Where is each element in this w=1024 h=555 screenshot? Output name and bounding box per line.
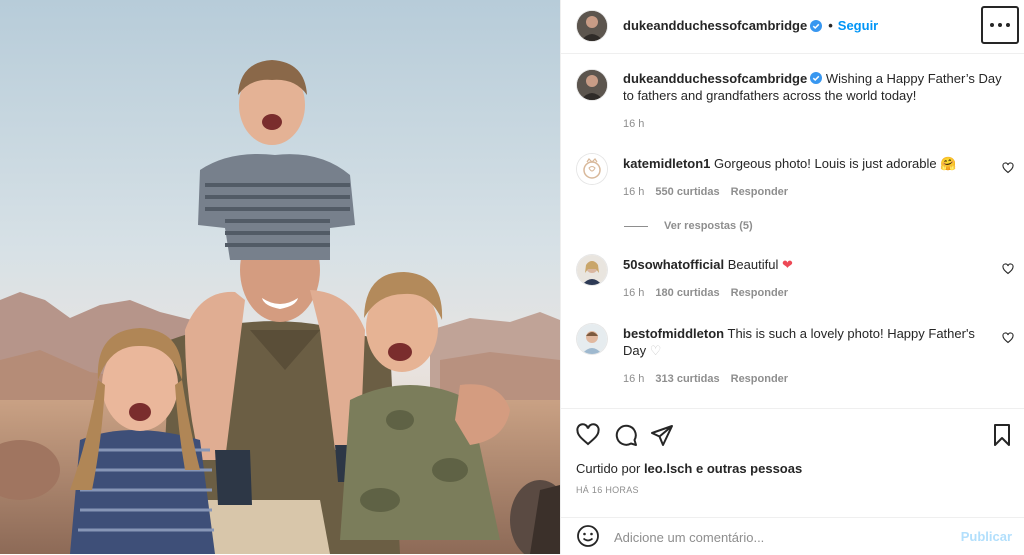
view-replies-label: Ver respostas (5) xyxy=(664,220,753,232)
comment-time[interactable]: 16 h xyxy=(623,186,644,198)
comment-avatar-image xyxy=(577,324,607,354)
more-options-icon[interactable] xyxy=(981,6,1019,44)
comment-meta: 16 h 313 curtidas Responder xyxy=(623,373,788,385)
comment-avatar-image xyxy=(577,255,607,285)
author-avatar-image xyxy=(577,11,607,41)
family-photo-illustration xyxy=(0,0,560,554)
author-username[interactable]: dukeandduchessofcambridge xyxy=(623,18,807,33)
caption-author-avatar[interactable] xyxy=(577,70,607,100)
header-user-row: dukeandduchessofcambridge • Seguir xyxy=(623,18,878,33)
comment-meta: 16 h 550 curtidas Responder xyxy=(623,186,788,198)
verified-badge-icon xyxy=(810,72,823,84)
comment-username[interactable]: bestofmiddleton xyxy=(623,326,724,341)
comment-likes[interactable]: 550 curtidas xyxy=(655,186,719,198)
header-separator: • xyxy=(828,18,833,33)
instagram-post: dukeandduchessofcambridge • Seguir dukea… xyxy=(0,0,1024,554)
comment-icon[interactable] xyxy=(614,423,638,447)
hugging-emoji: 🤗 xyxy=(940,156,957,171)
white-heart-emoji: ♡ xyxy=(649,343,662,358)
post-caption: dukeandduchessofcambridge Wishing a Happ… xyxy=(623,70,1003,104)
liked-by-user[interactable]: leo.lsch xyxy=(644,461,692,476)
emoji-icon[interactable] xyxy=(576,524,600,548)
red-heart-emoji: ❤ xyxy=(781,257,793,272)
comment-like-heart-icon[interactable] xyxy=(1002,263,1014,275)
comment-username[interactable]: katemidleton1 xyxy=(623,156,710,171)
publish-button[interactable]: Publicar xyxy=(961,529,1012,544)
comment-meta: 16 h 180 curtidas Responder xyxy=(623,287,788,299)
comments-section: dukeandduchessofcambridge Wishing a Happ… xyxy=(561,54,1024,407)
comment-avatar[interactable] xyxy=(577,255,607,285)
comment-likes[interactable]: 180 curtidas xyxy=(655,287,719,299)
post-actions: Curtido por leo.lsch e outras pessoas HÁ… xyxy=(561,408,1024,519)
comment-input[interactable] xyxy=(612,525,946,549)
post-time-ago[interactable]: HÁ 16 HORAS xyxy=(576,485,639,495)
post-photo[interactable] xyxy=(0,0,560,554)
comment-body: katemidleton1 Gorgeous photo! Louis is j… xyxy=(623,155,983,172)
liked-by-others[interactable]: e outras pessoas xyxy=(696,461,802,476)
follow-button[interactable]: Seguir xyxy=(838,18,878,33)
add-comment-bar: Publicar xyxy=(561,517,1024,555)
heart-icon[interactable] xyxy=(576,423,600,447)
reply-button[interactable]: Responder xyxy=(731,287,788,299)
comment-username[interactable]: 50sowhatofficial xyxy=(623,257,724,272)
liked-by: Curtido por leo.lsch e outras pessoas xyxy=(576,461,802,476)
comment-body: 50sowhatofficial Beautiful ❤ xyxy=(623,256,983,273)
comment-time[interactable]: 16 h xyxy=(623,287,644,299)
caption-meta: 16 h xyxy=(623,118,644,130)
comment-like-heart-icon[interactable] xyxy=(1002,332,1014,344)
comment-like-heart-icon[interactable] xyxy=(1002,162,1014,174)
comment-avatar[interactable] xyxy=(577,324,607,354)
reply-button[interactable]: Responder xyxy=(731,186,788,198)
reply-button[interactable]: Responder xyxy=(731,373,788,385)
comment-text: Beautiful xyxy=(727,257,779,272)
bookmark-icon[interactable] xyxy=(990,423,1014,447)
share-icon[interactable] xyxy=(650,423,674,447)
comment-avatar-image xyxy=(577,154,607,184)
comment-body: bestofmiddleton This is such a lovely ph… xyxy=(623,325,983,359)
caption-avatar-image xyxy=(577,70,607,100)
view-replies-button[interactable]: Ver respostas (5) xyxy=(624,220,753,232)
caption-username[interactable]: dukeandduchessofcambridge xyxy=(623,71,807,86)
comment-likes[interactable]: 313 curtidas xyxy=(655,373,719,385)
comment-avatar[interactable] xyxy=(577,154,607,184)
verified-badge-icon xyxy=(810,19,823,32)
comment-time[interactable]: 16 h xyxy=(623,373,644,385)
replies-line xyxy=(624,225,648,227)
comment-text: Gorgeous photo! Louis is just adorable xyxy=(714,156,937,171)
liked-by-prefix: Curtido por xyxy=(576,461,641,476)
caption-time[interactable]: 16 h xyxy=(623,118,644,130)
author-avatar[interactable] xyxy=(577,11,607,41)
post-header: dukeandduchessofcambridge • Seguir xyxy=(561,0,1024,54)
post-side-panel: dukeandduchessofcambridge • Seguir dukea… xyxy=(560,0,1024,554)
